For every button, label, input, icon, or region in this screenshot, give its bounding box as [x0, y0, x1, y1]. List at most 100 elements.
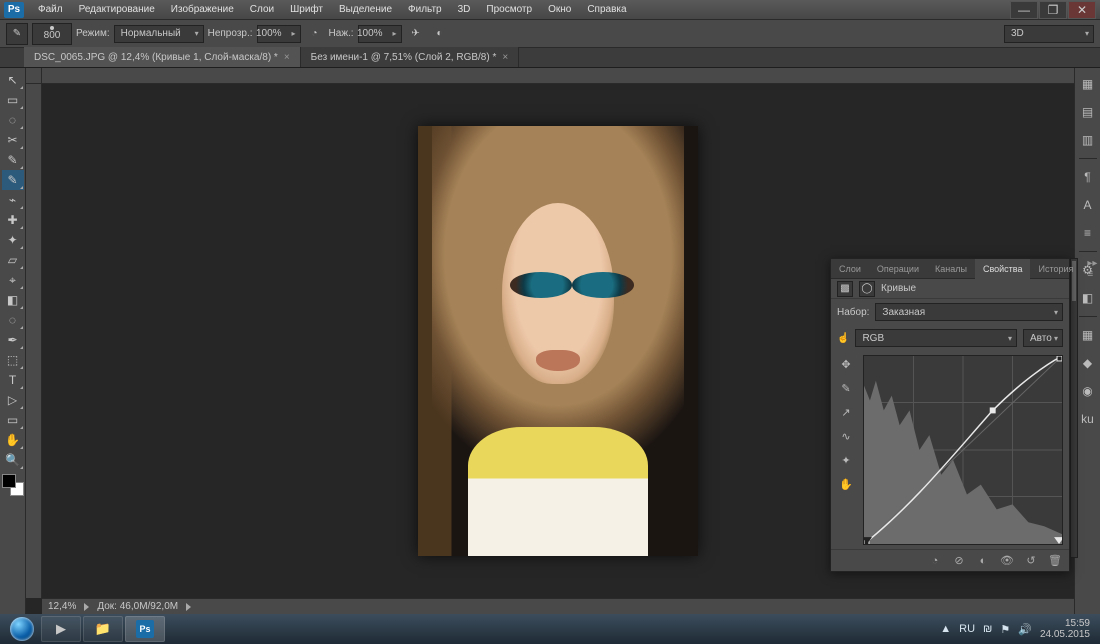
opacity-field[interactable]: 100%: [257, 25, 301, 43]
panel-foot-0[interactable]: ◔: [927, 553, 943, 569]
dock-icon-8[interactable]: ▦: [1078, 325, 1098, 345]
panel-tab-каналы[interactable]: Каналы: [927, 259, 975, 279]
airbrush-icon[interactable]: ✈: [406, 24, 426, 44]
pressure-size-icon[interactable]: ◐: [430, 24, 450, 44]
menu-изображение[interactable]: Изображение: [163, 0, 242, 20]
panel-tab-история[interactable]: История: [1030, 259, 1081, 279]
dock-icon-4[interactable]: A: [1078, 195, 1098, 215]
document-tab[interactable]: DSC_0065.JPG @ 12,4% (Кривые 1, Слой-мас…: [24, 47, 301, 67]
dock-icon-3[interactable]: ¶: [1078, 167, 1098, 187]
tool-18[interactable]: ✋: [2, 430, 24, 450]
channel-select[interactable]: RGB: [855, 329, 1017, 347]
window-minimize[interactable]: —: [1010, 1, 1038, 19]
tool-preset-picker[interactable]: ✎: [6, 23, 28, 45]
document-tab[interactable]: Без имени-1 @ 7,51% (Слой 2, RGB/8) *×: [301, 47, 520, 67]
menu-слои[interactable]: Слои: [242, 0, 282, 20]
tool-1[interactable]: ▭: [2, 90, 24, 110]
menu-окно[interactable]: Окно: [540, 0, 579, 20]
panel-tab-операции[interactable]: Операции: [869, 259, 927, 279]
menu-просмотр[interactable]: Просмотр: [478, 0, 540, 20]
info-popup-icon[interactable]: [186, 603, 191, 611]
document-canvas[interactable]: [418, 126, 698, 556]
mask-icon[interactable]: ◯: [859, 281, 875, 297]
zoom-level[interactable]: 12,4%: [48, 601, 76, 612]
tool-10[interactable]: ⌖: [2, 270, 24, 290]
panel-tab-слои[interactable]: Слои: [831, 259, 869, 279]
tray-volume-icon[interactable]: 🔊: [1018, 623, 1032, 636]
pressure-opacity-icon[interactable]: ◔: [305, 24, 325, 44]
panel-menu-icon[interactable]: ▸▸ ≡: [1081, 258, 1100, 280]
tray-network-icon[interactable]: ₪: [983, 623, 992, 635]
panel-foot-4[interactable]: ↺: [1023, 553, 1039, 569]
curve-tool-0[interactable]: ✥: [837, 355, 855, 373]
tool-19[interactable]: 🔍: [2, 450, 24, 470]
curve-tool-5[interactable]: ✋: [837, 475, 855, 493]
curves-graph[interactable]: [863, 355, 1063, 545]
adjustment-type-icon[interactable]: ▩: [837, 281, 853, 297]
menu-файл[interactable]: Файл: [30, 0, 71, 20]
dock-icon-2[interactable]: ▥: [1078, 130, 1098, 150]
tool-17[interactable]: ▭: [2, 410, 24, 430]
tool-0[interactable]: ↖: [2, 70, 24, 90]
menu-3d[interactable]: 3D: [450, 0, 479, 20]
menu-справка[interactable]: Справка: [579, 0, 634, 20]
tool-5[interactable]: ✎: [2, 170, 24, 190]
tool-7[interactable]: ✚: [2, 210, 24, 230]
task-mediaplayer[interactable]: ▶: [41, 616, 81, 642]
ruler-horizontal[interactable]: [42, 68, 1074, 84]
menu-редактирование[interactable]: Редактирование: [71, 0, 163, 20]
tool-11[interactable]: ◧: [2, 290, 24, 310]
flow-field[interactable]: 100%: [358, 25, 402, 43]
zoom-popup-icon[interactable]: [84, 603, 89, 611]
tool-9[interactable]: ▱: [2, 250, 24, 270]
ruler-origin[interactable]: [26, 68, 42, 84]
menu-фильтр[interactable]: Фильтр: [400, 0, 450, 20]
curve-tool-4[interactable]: ✦: [837, 451, 855, 469]
panel-foot-5[interactable]: 🗑: [1047, 553, 1063, 569]
tool-3[interactable]: ✂: [2, 130, 24, 150]
tool-15[interactable]: T: [2, 370, 24, 390]
task-explorer[interactable]: 📁: [83, 616, 123, 642]
panel-foot-2[interactable]: ◐: [975, 553, 991, 569]
dock-icon-7[interactable]: ◧: [1078, 288, 1098, 308]
ruler-vertical[interactable]: [26, 84, 42, 598]
dock-icon-11[interactable]: ku: [1078, 409, 1098, 429]
color-swatches[interactable]: [2, 474, 24, 496]
dock-icon-1[interactable]: ▤: [1078, 102, 1098, 122]
window-close[interactable]: ✕: [1068, 1, 1096, 19]
tool-6[interactable]: ⌁: [2, 190, 24, 210]
panel-foot-1[interactable]: ⊘: [951, 553, 967, 569]
menu-шрифт[interactable]: Шрифт: [282, 0, 331, 20]
curve-tool-2[interactable]: ↗: [837, 403, 855, 421]
close-tab-icon[interactable]: ×: [502, 52, 508, 63]
task-photoshop[interactable]: Ps: [125, 616, 165, 642]
targeted-adjust-icon[interactable]: ☝: [837, 333, 849, 344]
doc-size-info[interactable]: Док: 46,0M/92,0M: [97, 601, 178, 612]
dock-icon-5[interactable]: ≡: [1078, 223, 1098, 243]
tray-action-icon[interactable]: ⚑: [1000, 623, 1010, 636]
blend-mode-select[interactable]: Нормальный: [114, 25, 204, 43]
tool-16[interactable]: ▷: [2, 390, 24, 410]
tool-12[interactable]: ◌: [2, 310, 24, 330]
curve-tool-3[interactable]: ∿: [837, 427, 855, 445]
tray-flag-icon[interactable]: ▲: [940, 623, 951, 635]
dock-icon-10[interactable]: ◉: [1078, 381, 1098, 401]
panel-scrollbar[interactable]: [1070, 258, 1078, 558]
menu-выделение[interactable]: Выделение: [331, 0, 400, 20]
curve-tool-1[interactable]: ✎: [837, 379, 855, 397]
dock-icon-9[interactable]: ◆: [1078, 353, 1098, 373]
tool-13[interactable]: ✒: [2, 330, 24, 350]
tool-8[interactable]: ✦: [2, 230, 24, 250]
close-tab-icon[interactable]: ×: [284, 52, 290, 63]
tray-clock[interactable]: 15:5924.05.2015: [1040, 618, 1090, 640]
tool-14[interactable]: ⬚: [2, 350, 24, 370]
brush-preset-picker[interactable]: 800: [32, 23, 72, 45]
panel-foot-3[interactable]: 👁: [999, 553, 1015, 569]
preset-select[interactable]: Заказная: [875, 303, 1063, 321]
window-maximize[interactable]: ❐: [1039, 1, 1067, 19]
dock-icon-0[interactable]: ▦: [1078, 74, 1098, 94]
workspace-select[interactable]: 3D: [1004, 25, 1094, 43]
tool-2[interactable]: ◌: [2, 110, 24, 130]
tool-4[interactable]: ✎: [2, 150, 24, 170]
start-button[interactable]: [4, 615, 40, 643]
